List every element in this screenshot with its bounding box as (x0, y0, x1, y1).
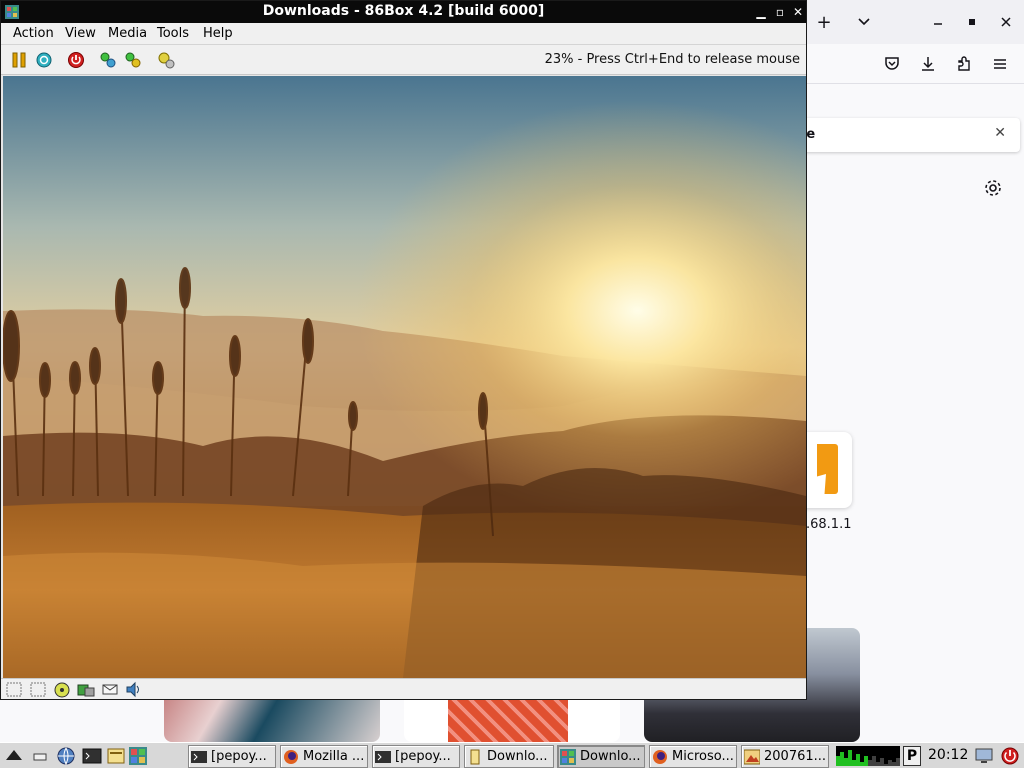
reset-icon[interactable] (34, 50, 54, 70)
menu-bar: Action View Media Tools Help (1, 23, 806, 45)
menu-label: Media (108, 26, 148, 41)
ctrl-alt-esc-icon[interactable] (123, 50, 143, 70)
downloads-icon[interactable] (914, 50, 942, 78)
taskbar-task[interactable]: Microso... (649, 745, 737, 768)
86box-window: Downloads - 86Box 4.2 [build 6000] ▁ ▫ ✕… (0, 0, 807, 700)
menu-label: Help (203, 26, 233, 41)
task-label: [pepoy... (211, 749, 267, 764)
task-label: [pepoy... (395, 749, 451, 764)
menu-icon[interactable] (986, 50, 1014, 78)
taskbar-task[interactable]: Downlo... (464, 745, 554, 768)
toolbar: 23% - Press Ctrl+End to release mouse (1, 45, 806, 75)
taskbar: [pepoy... Mozilla ... [pepoy... Downlo..… (0, 742, 1024, 768)
taskbar-task-active[interactable]: Downlo... (557, 745, 645, 768)
taskbar-task[interactable]: [pepoy... (188, 745, 276, 768)
mouse-capture-status: 23% - Press Ctrl+End to release mouse (544, 52, 800, 67)
globe-icon[interactable] (56, 746, 76, 766)
task-label: Mozilla ... (303, 749, 365, 764)
pocket-icon[interactable] (878, 50, 906, 78)
menu-help[interactable]: Help (203, 26, 233, 41)
floppy-a-icon[interactable] (5, 681, 23, 698)
status-bar (1, 678, 806, 699)
title-bar[interactable]: Downloads - 86Box 4.2 [build 6000] ▁ ▫ ✕ (1, 1, 806, 23)
close-icon[interactable]: ✕ (790, 4, 806, 20)
task-label: Downlo... (487, 749, 548, 764)
pause-icon[interactable] (9, 50, 29, 70)
ctrl-alt-del-icon[interactable] (98, 50, 118, 70)
top-site-label: .68.1.1 (806, 517, 852, 532)
hdd-icon[interactable] (77, 681, 95, 698)
86box-icon[interactable] (128, 746, 148, 766)
emulated-display[interactable] (3, 76, 806, 678)
terminal-icon (375, 749, 391, 765)
maximize-icon[interactable] (958, 8, 986, 36)
extensions-icon[interactable] (950, 50, 978, 78)
settings-icon[interactable] (156, 50, 176, 70)
cpu-monitor-graph (836, 746, 900, 766)
tray-app-icon[interactable]: P (903, 746, 921, 766)
terminal-icon (191, 749, 207, 765)
menu-media[interactable]: Media (108, 26, 147, 41)
menu-label: Action (13, 26, 54, 41)
gear-icon[interactable] (981, 176, 1005, 200)
minimize-icon[interactable]: ▁ (753, 4, 769, 20)
start-menu-icon[interactable] (4, 746, 24, 766)
menu-action[interactable]: Action (13, 26, 54, 41)
power-icon[interactable] (66, 50, 86, 70)
maximize-icon[interactable]: ▫ (772, 4, 788, 20)
clear-search-icon[interactable]: ✕ (994, 125, 1006, 141)
task-label: Downlo... (580, 749, 641, 764)
task-label: 200761... (764, 749, 827, 764)
minimize-icon[interactable] (924, 8, 952, 36)
terminal-icon[interactable] (82, 746, 102, 766)
power-icon[interactable] (1000, 746, 1020, 766)
firefox-icon (283, 749, 299, 765)
clock[interactable]: 20:12 (928, 747, 968, 763)
desktop-wallpaper (3, 76, 806, 678)
task-label: Microso... (672, 749, 734, 764)
taskbar-task[interactable]: [pepoy... (372, 745, 460, 768)
floppy-b-icon[interactable] (29, 681, 47, 698)
menu-label: View (65, 26, 96, 41)
window-title: Downloads - 86Box 4.2 [build 6000] (262, 3, 545, 19)
list-all-tabs-icon[interactable] (850, 8, 878, 36)
site-logo-icon (817, 444, 838, 494)
display-icon[interactable] (974, 746, 994, 766)
86box-icon (560, 748, 576, 765)
menu-tools[interactable]: Tools (157, 26, 189, 41)
network-icon[interactable] (101, 681, 119, 698)
new-tab-icon[interactable]: + (810, 8, 838, 36)
minimize-all-icon[interactable] (30, 746, 50, 766)
cdrom-icon[interactable] (53, 681, 71, 698)
menu-label: Tools (157, 26, 190, 41)
file-manager-icon[interactable] (106, 746, 126, 766)
taskbar-task[interactable]: 200761... (741, 745, 829, 768)
image-viewer-icon (743, 749, 761, 765)
taskbar-task[interactable]: Mozilla ... (280, 745, 368, 768)
firefox-icon (652, 749, 668, 765)
sound-icon[interactable] (125, 681, 143, 698)
menu-view[interactable]: View (65, 26, 96, 41)
close-icon[interactable] (992, 8, 1020, 36)
file-manager-icon (467, 749, 483, 765)
tray-app-letter: P (906, 748, 918, 764)
